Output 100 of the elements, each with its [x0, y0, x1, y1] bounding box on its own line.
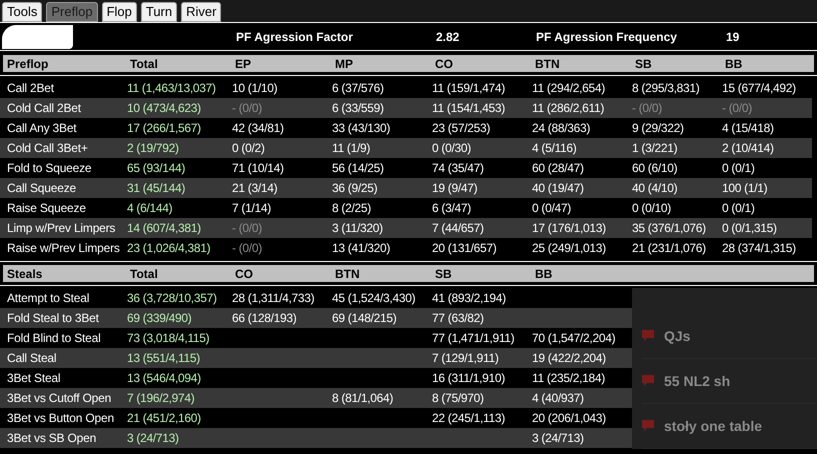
table-cell-text: 28 (374/1,315) [722, 240, 797, 257]
tab[interactable]: Flop [102, 2, 137, 22]
row-label: 3Bet Steal [6, 370, 62, 387]
column-header: BTN [335, 266, 361, 283]
table-cell-text: 11 (159/1,474) [432, 80, 506, 97]
stat-value: 2.82 [435, 28, 460, 46]
table-cell-text: 19 (422/2,204) [532, 350, 607, 367]
table-cell-text: 70 (1,547/2,204) [532, 330, 616, 347]
row-label: Call Steal [6, 350, 58, 367]
table-cell-text: 17 (266/1,567) [127, 120, 202, 137]
table-cell-text: 21 (451/2,160) [127, 410, 202, 427]
table-cell-text: 42 (34/81) [232, 120, 285, 137]
row-label: Cold Call 2Bet [6, 100, 82, 117]
column-header: Preflop [6, 56, 50, 73]
table-cell-text: 60 (6/10) [632, 160, 678, 177]
table-cell-text: 3 (24/713) [532, 430, 585, 447]
table-cell-text: 1 (3/221) [632, 140, 678, 157]
stat-label: PF Agression Frequency [535, 28, 678, 46]
column-header: CO [235, 266, 254, 283]
table-cell-text: 20 (131/657) [432, 240, 498, 257]
table-cell-text: 0 (0/1) [722, 160, 756, 177]
table-cell-text: 0 (0/30) [432, 140, 472, 157]
row-label: Call Any 3Bet [6, 120, 78, 137]
table-cell-text: 23 (1,026/4,381) [127, 240, 212, 257]
column-header: Total [130, 266, 159, 283]
table-cell-text: 36 (3,728/10,357) [127, 290, 218, 307]
tab[interactable]: River [181, 2, 222, 22]
table-cell-text: 13 (551/4,115) [127, 350, 201, 367]
table-cell-text: 19 (9/47) [432, 180, 478, 197]
table-cell-text: 4 (40/937) [532, 390, 585, 407]
table-cell-text: 13 (546/4,094) [127, 370, 202, 387]
table-cell-text: 33 (43/130) [332, 120, 392, 137]
row-label: Fold Blind to Steal [6, 330, 102, 347]
table-cell-text: 10 (473/4,623) [127, 100, 202, 117]
table-cell-text: 40 (19/47) [532, 180, 585, 197]
table-cell-text: 0 (0/2) [232, 140, 266, 157]
tab[interactable]: Tools [2, 2, 42, 22]
column-header: Total [130, 56, 159, 73]
table-cell-text: 3 (11/320) [332, 220, 384, 237]
table-cell-text: 2 (10/414) [722, 140, 775, 157]
column-header: SB [635, 56, 653, 73]
table-cell-text: 69 (148/215) [332, 310, 398, 327]
table-cell-text: 10 (1/10) [232, 80, 278, 97]
table-cell-text: 23 (57/253) [432, 120, 492, 137]
column-header: MP [335, 56, 354, 73]
row-label: Raise Squeeze [6, 200, 87, 217]
table-cell-text: 35 (376/1,076) [632, 220, 707, 237]
table-cell-text: 71 (10/14) [232, 160, 285, 177]
table-cell-text: 8 (2/25) [332, 200, 372, 217]
stat-value: 19 [725, 28, 740, 46]
row-label: 3Bet vs SB Open [6, 430, 98, 447]
tab[interactable]: Turn [140, 2, 178, 22]
table-cell-text: 22 (245/1,113) [432, 410, 506, 427]
table-cell-text: 15 (677/4,492) [722, 80, 797, 97]
row-label: Attempt to Steal [6, 290, 90, 307]
table-cell-text: 60 (28/47) [532, 160, 585, 177]
column-header: EP [235, 56, 252, 73]
table-cell-text: 7 (44/657) [432, 220, 485, 237]
table-cell-text: 31 (45/144) [127, 180, 186, 197]
table-cell-text: 25 (249/1,013) [532, 240, 607, 257]
topic-title: QJs [664, 326, 690, 346]
topic-title: 55 NL2 sh [664, 372, 730, 390]
table-cell-text: 14 (607/4,381) [127, 220, 202, 237]
table-cell-text: 4 (5/116) [532, 140, 578, 157]
table-cell-text: 0 (0/10) [632, 200, 672, 217]
speech-bubble-icon [642, 420, 654, 432]
column-header: BTN [535, 56, 561, 73]
table-cell-text: 40 (4/10) [632, 180, 678, 197]
table-cell-text: 8 (75/970) [432, 390, 485, 407]
table-cell-text: 17 (176/1,013) [532, 220, 607, 237]
row-label: Fold Steal to 3Bet [6, 310, 100, 327]
row-label: Raise w/Prev Limpers [6, 240, 121, 257]
table-cell-text: 66 (128/193) [232, 310, 298, 327]
row-label: Limp w/Prev Limpers [6, 220, 116, 237]
row-label: Fold to Squeeze [6, 160, 92, 177]
table-cell-text: 74 (35/47) [432, 160, 485, 177]
table-cell-text: 65 (93/144) [127, 160, 186, 177]
table-cell-text: - (0/0) [632, 100, 663, 117]
table-cell-text: 0 (0/47) [532, 200, 572, 217]
table-cell-text: 45 (1,524/3,430) [332, 290, 416, 307]
table-cell-text: 7 (129/1,911) [432, 350, 500, 367]
table-cell-text: 2 (19/792) [127, 140, 180, 157]
table-cell-text: 13 (41/320) [332, 240, 392, 257]
row-label: 3Bet vs Button Open [6, 410, 115, 427]
column-header: CO [435, 56, 454, 73]
table-cell-text: 73 (3,018/4,115) [127, 330, 210, 347]
stat-label: PF Agression Factor [235, 28, 354, 46]
table-cell-text: 11 (286/2,611) [532, 100, 606, 117]
column-header: BB [725, 56, 744, 73]
row-label: Cold Call 3Bet+ [6, 140, 89, 157]
table-cell-text: - (0/0) [722, 100, 753, 117]
table-cell-text: 3 (24/713) [127, 430, 180, 447]
table-cell-text: 4 (6/144) [127, 200, 174, 217]
table-cell-text: 6 (3/47) [432, 200, 472, 217]
table-cell-text: 11 (154/1,453) [432, 100, 506, 117]
table-cell-text: 7 (196/2,974) [127, 390, 196, 407]
table-cell-text: 6 (37/576) [332, 80, 385, 97]
row-label: Call 2Bet [6, 80, 55, 97]
table-cell-text: 77 (63/82) [432, 310, 485, 327]
table-cell-text: 9 (29/322) [632, 120, 685, 137]
